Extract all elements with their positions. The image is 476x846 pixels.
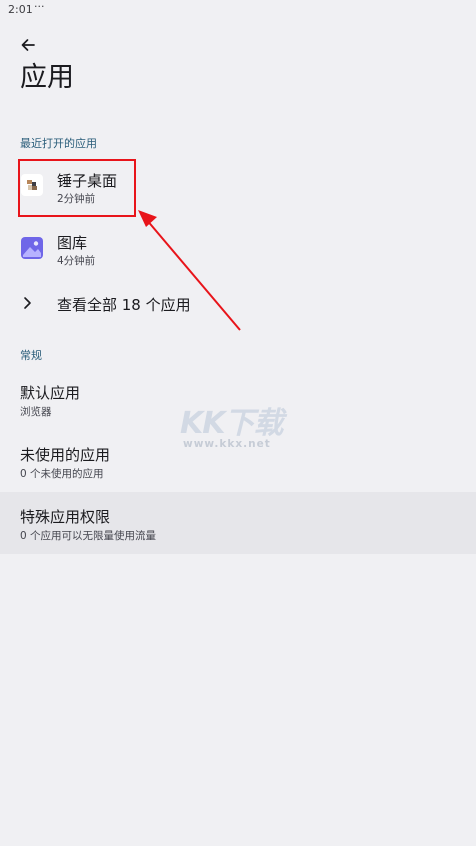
see-all-apps-label: 查看全部 18 个应用 bbox=[57, 296, 191, 314]
special-app-access-item[interactable]: 特殊应用权限 0 个应用可以无限量使用流量 bbox=[0, 492, 476, 554]
status-bar: 2:01 ··· bbox=[0, 0, 476, 20]
status-dots: ··· bbox=[34, 0, 45, 13]
see-all-apps-button[interactable]: 查看全部 18 个应用 bbox=[0, 284, 476, 324]
setting-subtitle: 浏览器 bbox=[20, 406, 52, 418]
back-button[interactable] bbox=[14, 32, 42, 58]
setting-subtitle: 0 个未使用的应用 bbox=[20, 468, 104, 480]
annotation-highlight-box bbox=[18, 159, 136, 217]
gallery-icon bbox=[21, 237, 43, 259]
watermark-logo: KK下载 bbox=[180, 406, 283, 441]
section-header-general: 常规 bbox=[20, 349, 42, 362]
page-title: 应用 bbox=[20, 62, 74, 93]
section-header-recent: 最近打开的应用 bbox=[20, 137, 97, 150]
app-name: 图库 bbox=[57, 234, 88, 252]
setting-title: 默认应用 bbox=[20, 384, 81, 402]
status-time: 2:01 bbox=[8, 3, 33, 16]
setting-subtitle: 0 个应用可以无限量使用流量 bbox=[20, 530, 157, 542]
setting-title: 特殊应用权限 bbox=[20, 508, 111, 526]
back-arrow-icon bbox=[21, 39, 35, 51]
watermark-url: www.kkx.net bbox=[183, 438, 271, 450]
recent-app-row-gallery[interactable]: 图库 4分钟前 bbox=[0, 220, 476, 282]
setting-title: 未使用的应用 bbox=[20, 446, 111, 464]
app-last-used: 4分钟前 bbox=[57, 255, 96, 267]
watermark: KK下载 www.kkx.net bbox=[180, 398, 300, 458]
chevron-right-icon bbox=[24, 297, 31, 309]
